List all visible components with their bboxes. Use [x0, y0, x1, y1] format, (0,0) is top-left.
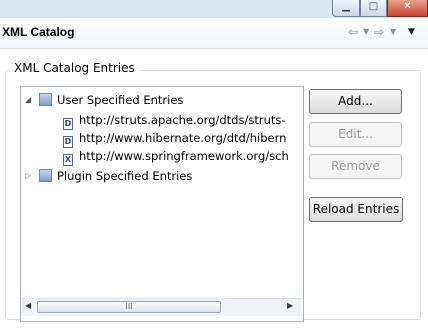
tree-node-entry[interactable]: Dhttp://struts.apache.org/dtds/struts-: [63, 111, 286, 130]
catalog-folder-icon: [39, 93, 52, 106]
view-menu-icon[interactable]: ▼: [408, 24, 415, 40]
tree-node-label: Plugin Specified Entries: [57, 169, 193, 183]
tree-node-label: http://www.hibernate.org/dtd/hibern: [79, 131, 287, 145]
page-header: XML Catalog ⇦ ▼ ⇨ ▼ ▼: [0, 18, 428, 49]
page-title: XML Catalog: [2, 25, 75, 39]
scroll-right-icon[interactable]: ▶: [287, 301, 293, 310]
tree-node-entry[interactable]: Xhttp://www.springframework.org/sch: [63, 147, 289, 166]
close-button[interactable]: ✕: [387, 0, 428, 17]
catalog-tree[interactable]: ◢ User Specified Entries Dhttp://struts.…: [20, 86, 304, 322]
tree-node-label: User Specified Entries: [57, 93, 184, 107]
minimize-button[interactable]: ▁: [332, 0, 360, 17]
horizontal-scrollbar[interactable]: ◀ III ▶: [21, 298, 301, 316]
reload-entries-button[interactable]: Reload Entries: [309, 197, 403, 222]
tree-node-entry[interactable]: Dhttp://www.hibernate.org/dtd/hibern: [63, 129, 287, 148]
remove-button[interactable]: Remove: [309, 154, 402, 179]
back-icon[interactable]: ⇦: [348, 24, 358, 40]
scroll-left-icon[interactable]: ◀: [25, 301, 31, 310]
edit-button[interactable]: Edit...: [309, 122, 402, 147]
expand-triangle-icon[interactable]: ▷: [25, 167, 31, 185]
add-button[interactable]: Add...: [309, 89, 402, 114]
close-icon: ✕: [403, 1, 412, 12]
minimize-icon: ▁: [342, 1, 350, 12]
tree-node-label: http://www.springframework.org/sch: [79, 149, 289, 163]
scroll-thumb[interactable]: III: [37, 301, 221, 313]
tree-node-label: http://struts.apache.org/dtds/struts-: [79, 113, 286, 127]
maximize-icon: □: [368, 1, 379, 12]
maximize-button[interactable]: □: [360, 0, 387, 17]
collapse-triangle-icon[interactable]: ◢: [25, 91, 31, 109]
xsd-file-icon: X: [63, 154, 73, 166]
back-dropdown-icon[interactable]: ▼: [363, 24, 369, 40]
forward-dropdown-icon[interactable]: ▼: [390, 24, 396, 40]
group-title: XML Catalog Entries: [10, 61, 139, 75]
forward-icon[interactable]: ⇨: [374, 24, 384, 40]
catalog-folder-icon: [39, 169, 52, 182]
